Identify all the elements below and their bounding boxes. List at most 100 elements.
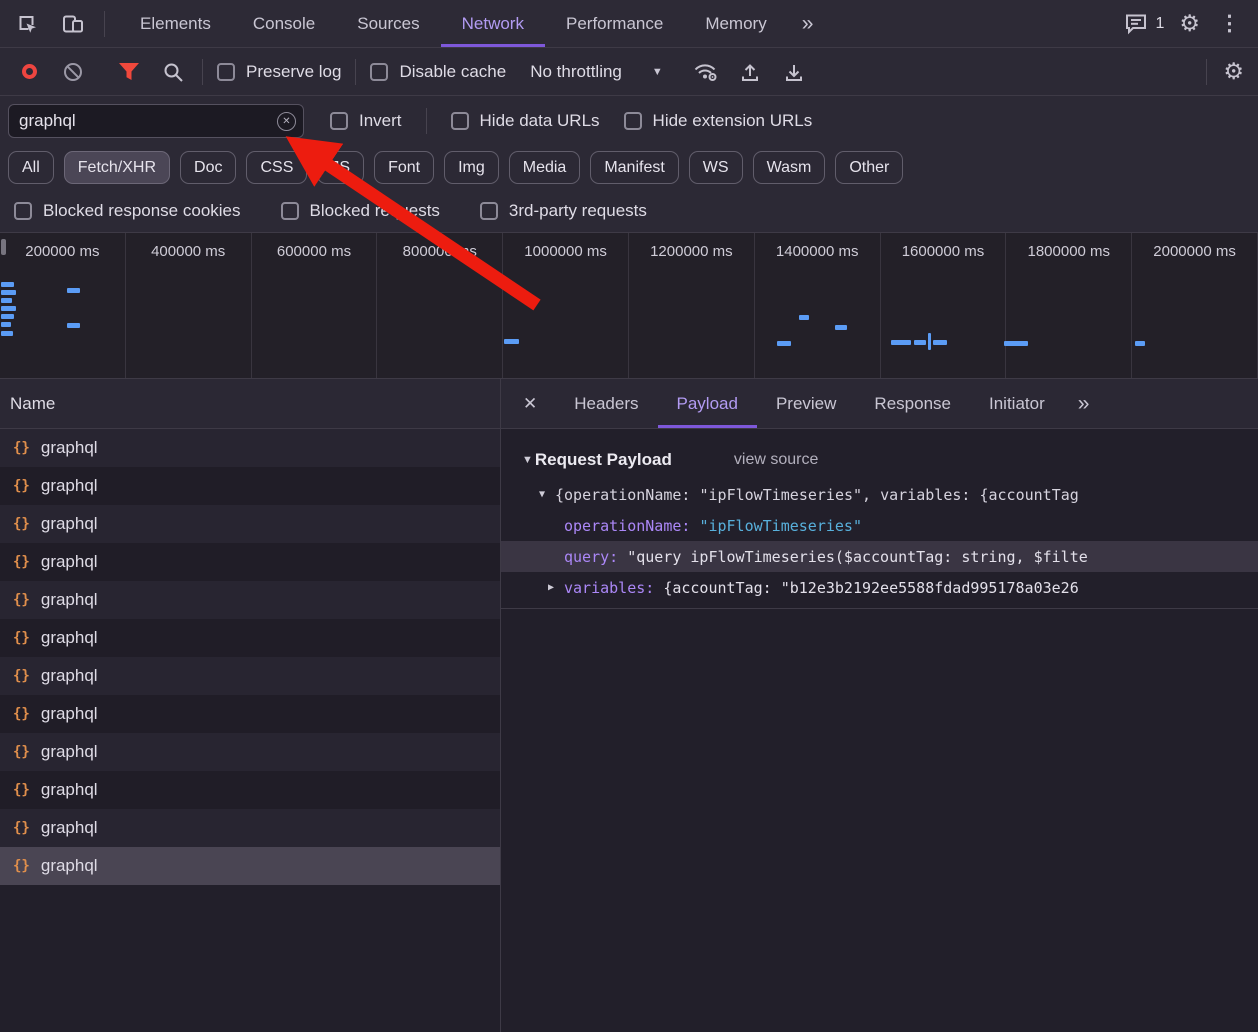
overview-time-label: 200000 ms [0, 243, 125, 260]
kebab-menu-icon[interactable]: ⋮ [1215, 11, 1244, 36]
request-row[interactable]: {}graphql [0, 619, 500, 657]
network-toolbar: Preserve log Disable cache No throttling… [0, 48, 1258, 96]
type-chip-wasm[interactable]: Wasm [753, 151, 826, 184]
preserve-log-checkbox[interactable]: Preserve log [217, 62, 341, 82]
collapse-triangle-icon[interactable]: ▼ [522, 454, 533, 466]
type-chip-doc[interactable]: Doc [180, 151, 236, 184]
json-value: {accountTag: "b12e3b2192ee5588fdad995178… [663, 579, 1078, 597]
type-chip-fetch-xhr[interactable]: Fetch/XHR [64, 151, 170, 184]
disable-cache-checkbox[interactable]: Disable cache [370, 62, 506, 82]
clear-filter-icon[interactable]: ✕ [277, 112, 296, 131]
request-row[interactable]: {}graphql [0, 657, 500, 695]
request-row[interactable]: {}graphql [0, 809, 500, 847]
device-toolbar-icon[interactable] [58, 9, 88, 39]
fetch-xhr-icon: {} [13, 592, 30, 608]
fetch-xhr-icon: {} [13, 668, 30, 684]
request-payload-section: ▼ Request Payload view source [501, 441, 1258, 479]
invert-label: Invert [359, 111, 402, 131]
request-row[interactable]: {}graphql [0, 467, 500, 505]
import-har-icon[interactable] [735, 57, 765, 87]
type-chip-js[interactable]: JS [317, 151, 364, 184]
tab-console[interactable]: Console [232, 0, 336, 47]
type-chip-font[interactable]: Font [374, 151, 434, 184]
network-overview[interactable]: 200000 ms 400000 ms 600000 ms 800000 ms … [0, 233, 1258, 379]
filter-input[interactable] [8, 104, 304, 138]
expand-triangle-icon[interactable]: ▶ [548, 582, 564, 593]
more-tabs-icon[interactable]: » [788, 0, 828, 47]
network-split-view: Name {}graphql {}graphql {}graphql {}gra… [0, 379, 1258, 1032]
overview-time-label: 600000 ms [252, 243, 377, 260]
payload-row-operationname[interactable]: operationName: "ipFlowTimeseries" [501, 510, 1258, 541]
payload-root-row[interactable]: ▼ {operationName: "ipFlowTimeseries", va… [501, 479, 1258, 510]
hide-extension-urls-label: Hide extension URLs [653, 111, 813, 131]
details-tab-preview[interactable]: Preview [757, 379, 855, 428]
search-icon[interactable] [158, 57, 188, 87]
tab-network[interactable]: Network [441, 0, 545, 47]
console-messages-badge[interactable]: 1 [1124, 13, 1164, 35]
request-name: graphql [41, 476, 98, 496]
details-tab-headers[interactable]: Headers [555, 379, 657, 428]
throttling-select[interactable]: No throttling ▼ [530, 62, 663, 82]
third-party-requests-checkbox[interactable]: 3rd-party requests [480, 201, 647, 221]
request-name: graphql [41, 438, 98, 458]
details-tab-bar: ✕ Headers Payload Preview Response Initi… [501, 379, 1258, 429]
tab-elements[interactable]: Elements [119, 0, 232, 47]
request-row[interactable]: {}graphql [0, 733, 500, 771]
network-settings-gear-icon[interactable]: ⚙ [1223, 60, 1244, 83]
request-row[interactable]: {}graphql [0, 581, 500, 619]
checkbox-box [480, 202, 498, 220]
clear-network-log-button[interactable] [58, 57, 88, 87]
export-har-icon[interactable] [779, 57, 809, 87]
invert-checkbox[interactable]: Invert [330, 111, 402, 131]
record-network-log-button[interactable] [14, 57, 44, 87]
type-chip-media[interactable]: Media [509, 151, 581, 184]
overview-time-label: 1200000 ms [629, 243, 754, 260]
request-payload-title: Request Payload [535, 450, 672, 470]
separator [104, 11, 105, 37]
fetch-xhr-icon: {} [13, 630, 30, 646]
inspect-element-icon[interactable] [12, 9, 42, 39]
request-row[interactable]: {}graphql [0, 429, 500, 467]
request-row[interactable]: {}graphql [0, 505, 500, 543]
type-chip-ws[interactable]: WS [689, 151, 743, 184]
overview-time-label: 1800000 ms [1006, 243, 1131, 260]
network-conditions-icon[interactable] [691, 57, 721, 87]
tab-sources[interactable]: Sources [336, 0, 440, 47]
devtools-window: Elements Console Sources Network Perform… [0, 0, 1258, 1032]
view-source-link[interactable]: view source [734, 451, 818, 469]
payload-row-query-selected[interactable]: query: "query ipFlowTimeseries($accountT… [501, 541, 1258, 572]
blocked-requests-checkbox[interactable]: Blocked requests [281, 201, 440, 221]
name-column-header[interactable]: Name [0, 379, 500, 429]
payload-pane: ▼ Request Payload view source ▼ {operati… [501, 429, 1258, 609]
hide-data-urls-checkbox[interactable]: Hide data URLs [451, 111, 600, 131]
type-chip-img[interactable]: Img [444, 151, 499, 184]
separator [202, 59, 203, 85]
request-row[interactable]: {}graphql [0, 543, 500, 581]
request-name: graphql [41, 704, 98, 724]
type-chip-other[interactable]: Other [835, 151, 903, 184]
hide-data-urls-label: Hide data URLs [480, 111, 600, 131]
more-details-tabs-icon[interactable]: » [1064, 379, 1104, 428]
close-details-icon[interactable]: ✕ [501, 379, 555, 428]
request-row-selected[interactable]: {}graphql [0, 847, 500, 885]
top-right-controls: 1 ⚙ ⋮ [1124, 0, 1258, 47]
payload-row-variables[interactable]: ▶ variables: {accountTag: "b12e3b2192ee5… [501, 572, 1258, 603]
network-filter-row: ✕ Invert Hide data URLs Hide extension U… [0, 96, 1258, 145]
overview-scrollbar[interactable] [1, 239, 6, 255]
tab-memory[interactable]: Memory [684, 0, 787, 47]
type-chip-css[interactable]: CSS [246, 151, 307, 184]
blocked-response-cookies-checkbox[interactable]: Blocked response cookies [14, 201, 241, 221]
request-row[interactable]: {}graphql [0, 771, 500, 809]
details-tab-payload[interactable]: Payload [658, 379, 757, 428]
type-chip-all[interactable]: All [8, 151, 54, 184]
type-chip-manifest[interactable]: Manifest [590, 151, 678, 184]
expand-triangle-icon[interactable]: ▼ [539, 489, 555, 500]
overview-column: 1000000 ms [503, 233, 629, 378]
filter-funnel-icon[interactable] [114, 57, 144, 87]
details-tab-response[interactable]: Response [855, 379, 970, 428]
hide-extension-urls-checkbox[interactable]: Hide extension URLs [624, 111, 813, 131]
tab-performance[interactable]: Performance [545, 0, 684, 47]
details-tab-initiator[interactable]: Initiator [970, 379, 1064, 428]
request-row[interactable]: {}graphql [0, 695, 500, 733]
settings-gear-icon[interactable]: ⚙ [1179, 12, 1200, 35]
